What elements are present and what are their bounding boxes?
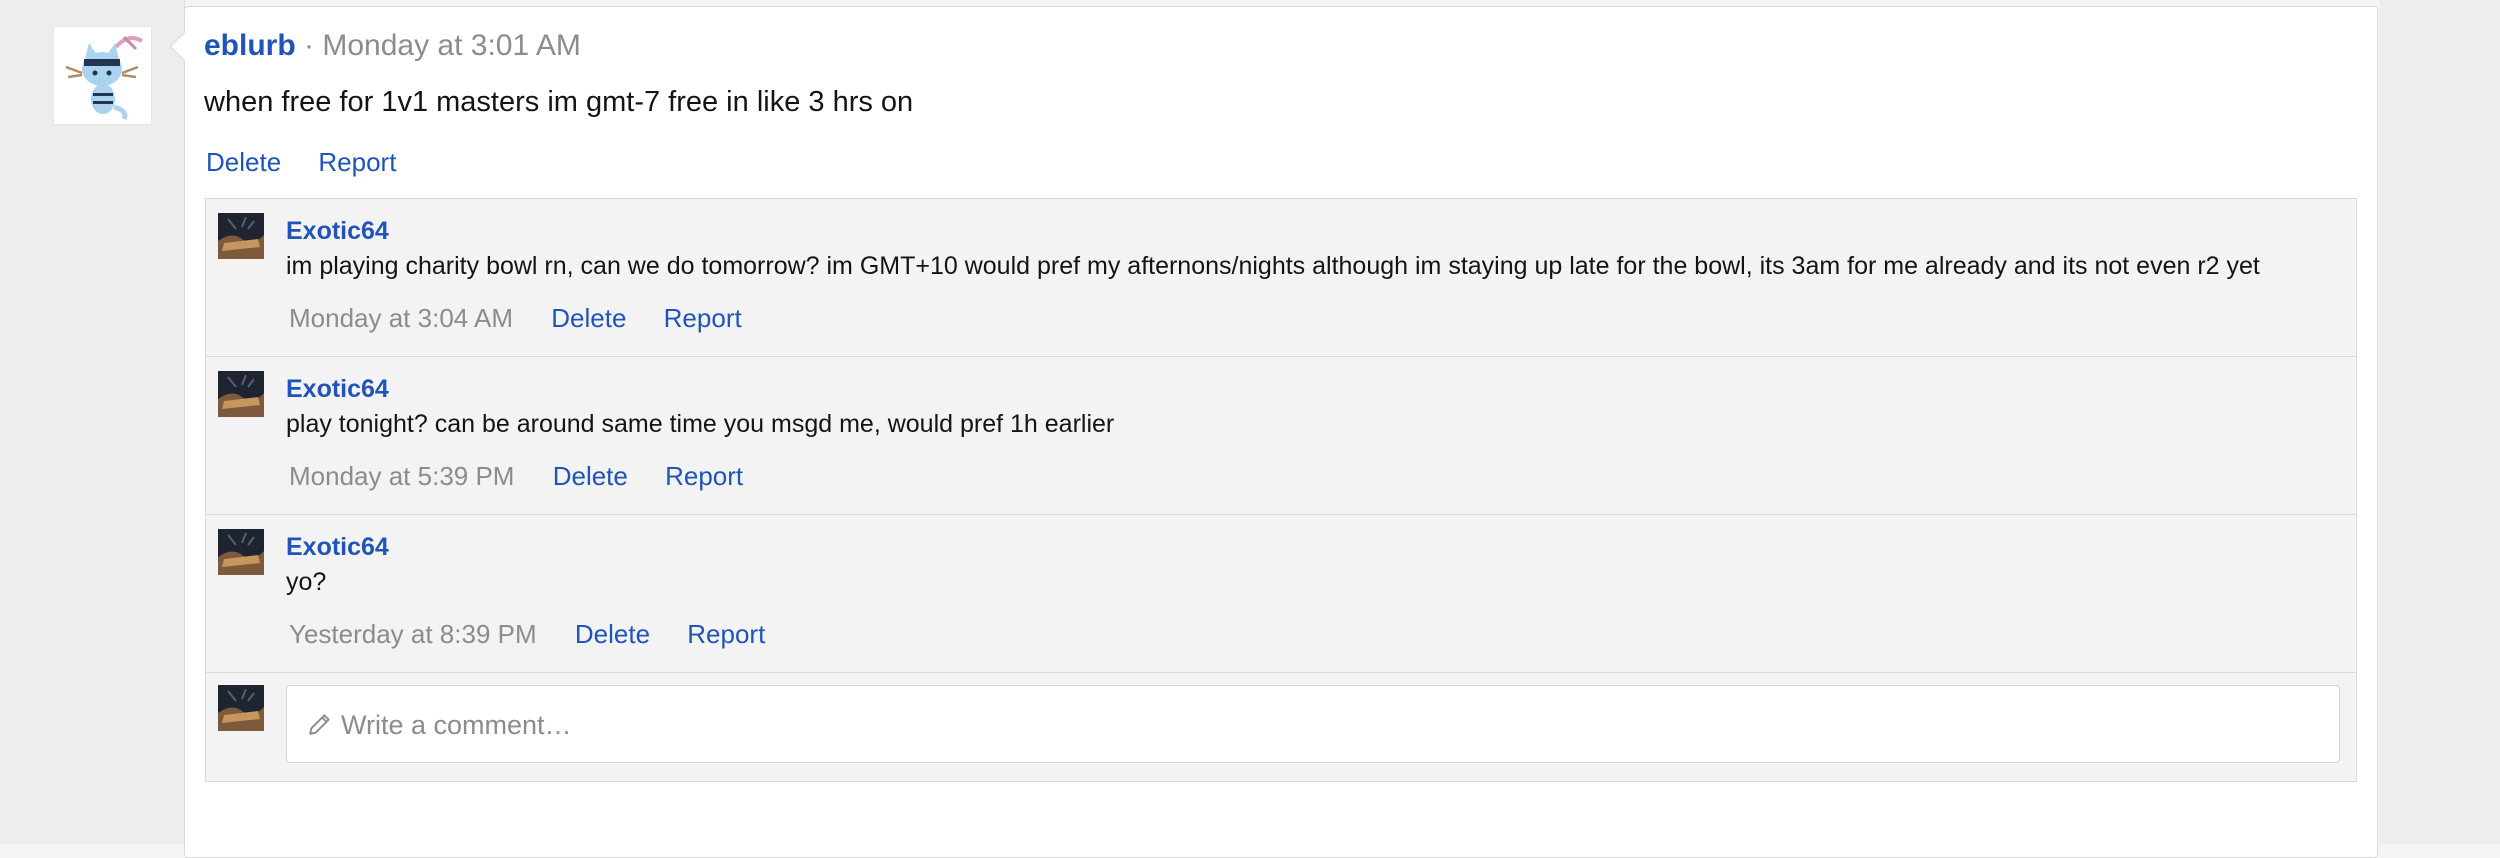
comment-avatar[interactable] [218, 529, 264, 575]
comment-timestamp[interactable]: Monday at 5:39 PM [289, 461, 514, 491]
write-comment-input[interactable]: Write a comment… [286, 685, 2340, 763]
comment-author-link[interactable]: Exotic64 [286, 532, 2336, 562]
comment-meta: Yesterday at 8:39 PM Delete Report [289, 619, 2336, 650]
comment-item: Exotic64 yo? Yesterday at 8:39 PM Delete… [206, 515, 2356, 673]
cat-avatar-icon [54, 27, 151, 124]
comment-delete-link[interactable]: Delete [575, 619, 650, 649]
poster-avatar[interactable] [53, 26, 152, 125]
current-user-avatar [218, 685, 264, 731]
comment-author-link[interactable]: Exotic64 [286, 216, 2336, 246]
post-body: when free for 1v1 masters im gmt-7 free … [204, 86, 914, 118]
comments-panel: Exotic64 im playing charity bowl rn, can… [205, 198, 2357, 782]
comment-delete-link[interactable]: Delete [551, 303, 626, 333]
comment-item: Exotic64 im playing charity bowl rn, can… [206, 199, 2356, 357]
comment-placeholder: Write a comment… [341, 710, 572, 740]
post-author-link[interactable]: eblurb [204, 29, 296, 62]
comment-timestamp[interactable]: Yesterday at 8:39 PM [289, 619, 537, 649]
left-sidebar-strip [0, 0, 185, 844]
user-avatar-icon [218, 213, 264, 259]
comment-avatar[interactable] [218, 213, 264, 259]
comment-text: im playing charity bowl rn, can we do to… [286, 252, 2260, 280]
user-avatar-icon [218, 371, 264, 417]
pencil-icon [309, 714, 330, 735]
right-sidebar-strip [2379, 0, 2500, 844]
comment-delete-link[interactable]: Delete [553, 461, 628, 491]
comment-meta: Monday at 5:39 PM Delete Report [289, 461, 2336, 492]
post-report-link[interactable]: Report [318, 147, 396, 177]
comment-author-link[interactable]: Exotic64 [286, 374, 2336, 404]
header-separator: · [304, 29, 315, 62]
comment-meta: Monday at 3:04 AM Delete Report [289, 303, 2336, 334]
user-avatar-icon [218, 685, 264, 731]
comment-report-link[interactable]: Report [687, 619, 765, 649]
comment-avatar[interactable] [218, 371, 264, 417]
comment-composer: Write a comment… [206, 673, 2356, 781]
comment-timestamp[interactable]: Monday at 3:04 AM [289, 303, 513, 333]
post-timestamp[interactable]: Monday at 3:01 AM [322, 29, 581, 62]
user-avatar-icon [218, 529, 264, 575]
post-header: eblurb · Monday at 3:01 AM [204, 29, 581, 63]
comment-text: play tonight? can be around same time yo… [286, 410, 1115, 438]
comment-report-link[interactable]: Report [664, 303, 742, 333]
comment-text: yo? [286, 568, 327, 596]
comment-item: Exotic64 play tonight? can be around sam… [206, 357, 2356, 515]
post-actions: Delete Report [206, 147, 426, 178]
post-delete-link[interactable]: Delete [206, 147, 281, 177]
comment-report-link[interactable]: Report [665, 461, 743, 491]
